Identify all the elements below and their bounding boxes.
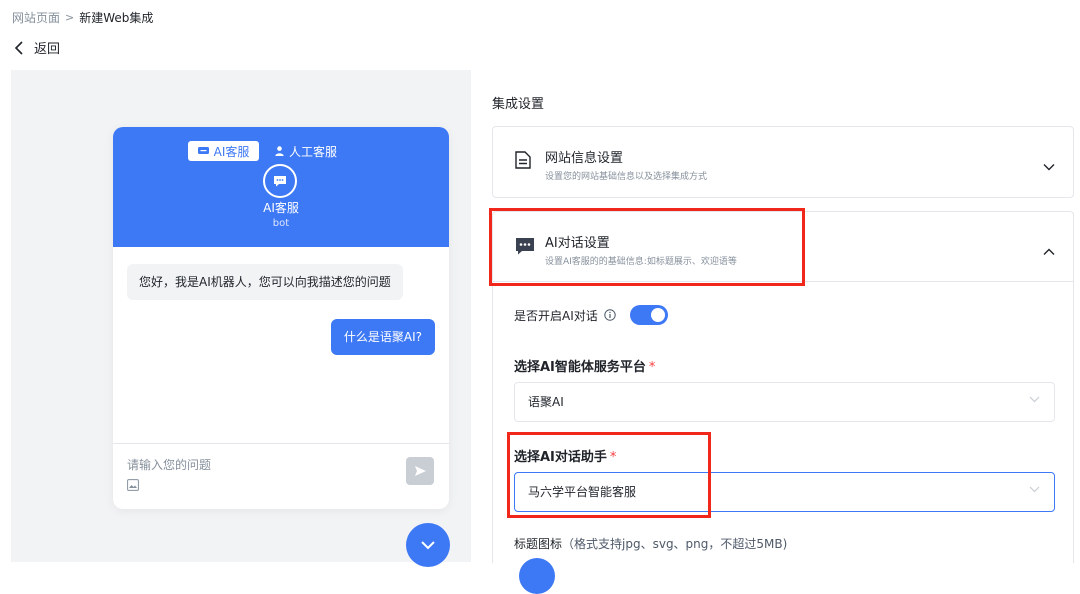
user-icon [275,146,284,156]
chat-header: AI客服 人工客服 AI客服 bot [113,127,449,247]
platform-select-value: 语聚AI [528,395,564,409]
website-info-card[interactable]: 网站信息设置 设置您的网站基础信息以及选择集成方式 [492,126,1074,198]
scroll-down-button[interactable] [406,523,450,567]
bot-avatar [263,164,297,198]
back-label: 返回 [34,42,61,57]
chevron-up-icon[interactable] [1043,241,1055,260]
bot-message: 您好，我是AI机器人，您可以向我描述您的问题 [127,264,403,300]
breadcrumb-separator: > [65,11,75,24]
required-mark: * [648,360,656,375]
title-icon-label-text: 标题图标 [514,537,563,551]
enable-ai-row: 是否开启AI对话 [514,305,668,325]
chevron-down-icon[interactable] [1043,156,1055,175]
chat-widget: AI客服 人工客服 AI客服 bot 您好，我是AI机器人，您可以向我描述您的问… [113,127,449,509]
bot-subtitle: bot [272,218,290,229]
document-icon [515,151,531,173]
bot-name: AI客服 [263,201,299,215]
enable-ai-label: 是否开启AI对话 [514,308,598,323]
send-icon [414,466,426,476]
title-icon-label: 标题图标（格式支持jpg、svg、png，不超过5MB) [514,535,787,552]
chat-preview-panel: AI客服 人工客服 AI客服 bot 您好，我是AI机器人，您可以向我描述您的问… [11,70,471,567]
chat-bubble-icon [274,176,286,187]
chevron-down-icon [1029,396,1040,403]
website-info-header[interactable]: 网站信息设置 设置您的网站基础信息以及选择集成方式 [493,127,1073,199]
highlight-box-assistant [507,432,711,518]
breadcrumb-parent[interactable]: 网站页面 [12,9,60,26]
chat-input[interactable]: 请输入您的问题 [127,456,211,473]
platform-label-text: 选择AI智能体服务平台 [514,360,646,375]
chevron-down-icon [421,541,435,550]
website-info-title: 网站信息设置 [545,151,624,166]
enable-ai-toggle[interactable] [629,305,668,325]
tab-human-service[interactable]: 人工客服 [275,141,337,161]
chevron-left-icon [14,40,23,55]
title-icon-preview[interactable] [519,558,555,594]
tab-ai-service[interactable]: AI客服 [188,141,259,161]
breadcrumb: 网站页面 > 新建Web集成 [12,9,153,26]
user-message: 什么是语聚AI? [330,319,435,355]
website-info-desc: 设置您的网站基础信息以及选择集成方式 [545,172,708,182]
tab-ai-service-label: AI客服 [213,144,250,159]
info-icon[interactable] [604,309,616,321]
breadcrumb-current: 新建Web集成 [79,11,154,25]
image-upload-icon[interactable] [127,476,139,495]
send-button[interactable] [406,457,434,485]
platform-label: 选择AI智能体服务平台 * [514,356,655,375]
chat-tabs: AI客服 人工客服 [188,141,337,161]
back-button[interactable]: 返回 [14,38,60,57]
title-icon-hint: （格式支持jpg、svg、png，不超过5MB) [562,537,788,551]
platform-select[interactable]: 语聚AI [514,382,1055,422]
divider [113,443,449,444]
chevron-down-icon [1029,486,1040,493]
section-title: 集成设置 [492,97,545,112]
tab-human-service-label: 人工客服 [289,144,338,159]
highlight-box-ai-dialog [489,208,805,286]
chat-bubble-icon [197,146,209,154]
